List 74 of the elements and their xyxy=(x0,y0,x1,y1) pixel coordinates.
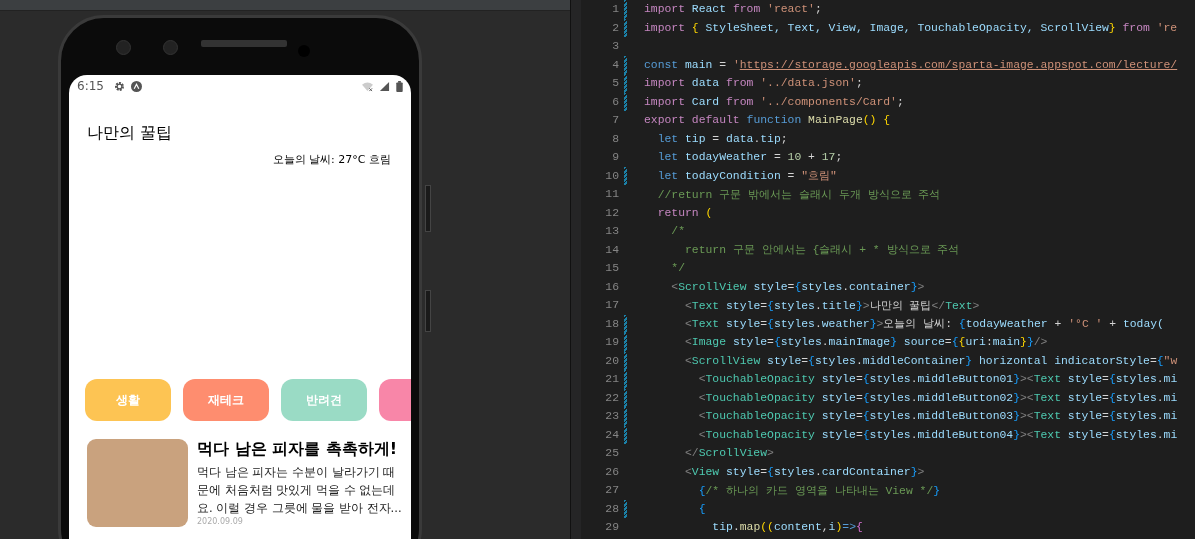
line-number: 26 xyxy=(604,465,619,478)
app-badge-icon xyxy=(130,80,142,92)
line-number: 20 xyxy=(604,354,619,367)
speaker-grille-icon xyxy=(201,40,287,47)
battery-icon xyxy=(396,80,403,92)
line-number: 24 xyxy=(604,428,619,441)
category-button[interactable]: 생활 xyxy=(85,379,171,421)
code-line: </ScrollView> xyxy=(684,447,774,460)
line-number: 29 xyxy=(604,521,619,534)
card-description: 먹다 남은 피자는 수분이 날라가기 때문에 처음처럼 맛있게 먹을 수 없는데요. 이럴 경우 그릇에 물을 받아 전자... xyxy=(197,464,403,517)
code-line: import { StyleSheet, Text, View, Image, TouchableOpacity, ScrollView} from 're xyxy=(643,21,1178,34)
camera-icon xyxy=(163,40,178,55)
line-number: 22 xyxy=(604,391,619,404)
line-number: 6 xyxy=(611,95,619,108)
line-number: 9 xyxy=(611,151,619,164)
code-line: */ xyxy=(670,262,685,275)
code-line: //return 구문 밖에서는 슬래시 두개 방식으로 주석 xyxy=(656,187,941,202)
line-number: 12 xyxy=(604,206,619,219)
wifi-off-icon xyxy=(362,80,373,92)
line-number: 2 xyxy=(611,21,619,34)
line-number: 21 xyxy=(604,373,619,386)
code-line: { xyxy=(697,502,706,515)
code-line: import data from '../data.json'; xyxy=(643,77,863,90)
line-number: 8 xyxy=(611,132,619,145)
code-line: let tip = data.tip; xyxy=(656,132,788,145)
line-number: 1 xyxy=(611,3,619,16)
code-line: <TouchableOpacity style={styles.middleButton02}><Text style={styles.mi xyxy=(697,391,1178,404)
line-number: 3 xyxy=(611,40,619,53)
line-number: 4 xyxy=(611,58,619,71)
line-number: 25 xyxy=(604,447,619,460)
camera-icon xyxy=(116,40,131,55)
code-line: let todayCondition = "흐림" xyxy=(656,169,837,184)
code-line: {/* 하나의 카드 영역을 나타내는 View */} xyxy=(697,483,941,498)
line-number: 14 xyxy=(604,243,619,256)
code-line: <Image style={styles.mainImage} source={{uri:main}}/> xyxy=(684,336,1048,349)
code-line: <View style={styles.cardContainer}> xyxy=(684,465,925,478)
gear-icon xyxy=(113,80,125,92)
line-number: 27 xyxy=(604,484,619,497)
category-button[interactable]: 재테크 xyxy=(183,379,269,421)
card-date: 2020.09.09 xyxy=(197,517,244,526)
code-line: return 구문 안에서는 {슬래시 + * 방식으로 주석 xyxy=(684,243,960,258)
code-line: tip.map((content,i)=>{ xyxy=(711,521,863,534)
line-number: 10 xyxy=(604,169,619,182)
code-line: let todayWeather = 10 + 17; xyxy=(656,151,843,164)
status-time: 6:15 xyxy=(77,79,104,93)
line-number: 5 xyxy=(611,77,619,90)
code-line: import Card from '../components/Card'; xyxy=(643,95,904,108)
line-number: 18 xyxy=(604,317,619,330)
code-line: <TouchableOpacity style={styles.middleButton04}><Text style={styles.mi xyxy=(697,428,1178,441)
line-number: 7 xyxy=(611,114,619,127)
weather-text: 오늘의 날씨: 27°C 흐림 xyxy=(271,152,391,167)
line-number: 17 xyxy=(604,299,619,312)
line-number: 23 xyxy=(604,410,619,423)
code-line: <TouchableOpacity style={styles.middleButton01}><Text style={styles.mi xyxy=(697,373,1178,386)
line-number: 16 xyxy=(604,280,619,293)
code-line: <ScrollView style={styles.container}> xyxy=(670,280,925,293)
code-line: <TouchableOpacity style={styles.middleButton03}><Text style={styles.mi xyxy=(697,410,1178,423)
line-number: 15 xyxy=(604,262,619,275)
category-button[interactable]: 반려견 xyxy=(281,379,367,421)
line-number: 13 xyxy=(604,225,619,238)
code-line: <Text style={styles.title}>나만의 꿀팁</Text> xyxy=(684,298,980,313)
code-line: return ( xyxy=(656,206,713,219)
code-line: const main = 'https://storage.googleapis.com/sparta-image.appspot.com/lecture/ xyxy=(643,58,1178,71)
page-title: 나만의 꿀팁 xyxy=(87,123,174,144)
line-number: 11 xyxy=(604,188,619,201)
code-line: <Text style={styles.weather}>오늘의 날씨: {todayWeather + '°C ' + today( xyxy=(684,317,1164,332)
line-number: 19 xyxy=(604,336,619,349)
code-line: import React from 'react'; xyxy=(643,3,822,16)
code-line: <ScrollView style={styles.middleContainer} horizontal indicatorStyle={"w xyxy=(684,354,1178,367)
code-line: export default function MainPage() { xyxy=(643,114,891,127)
line-number: 28 xyxy=(604,502,619,515)
signal-icon xyxy=(379,80,390,92)
code-line: /* xyxy=(670,225,685,238)
card-title: 먹다 남은 피자를 촉촉하게! xyxy=(197,439,398,460)
